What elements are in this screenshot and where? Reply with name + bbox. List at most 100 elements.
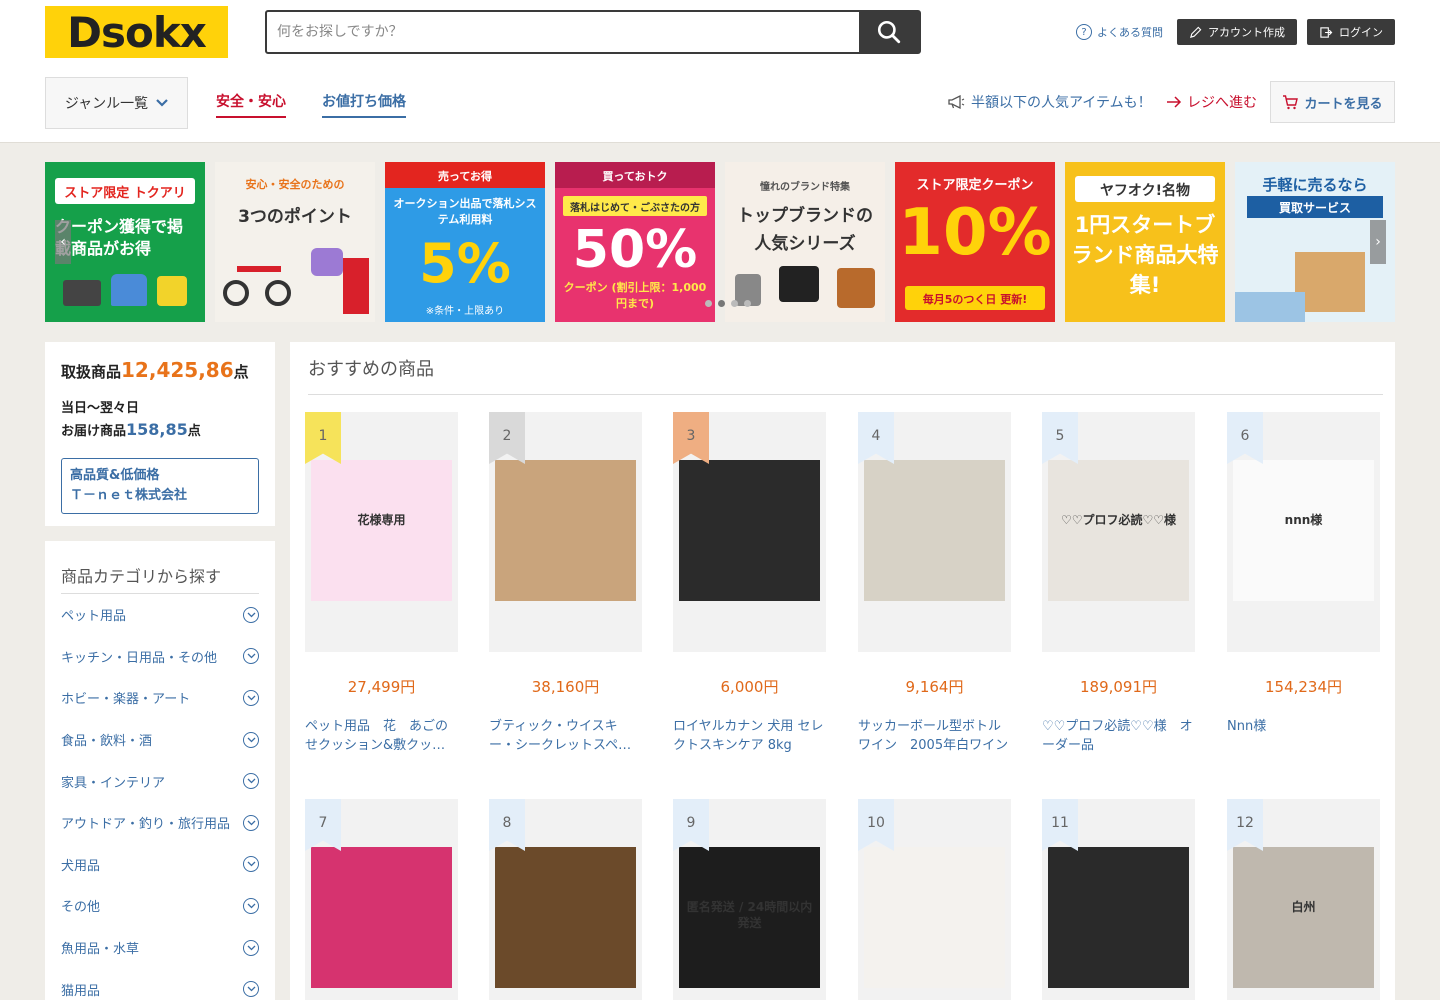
- product-image-box[interactable]: 11: [1042, 799, 1195, 1000]
- product-image[interactable]: [495, 847, 636, 988]
- banner-coupon-top: ストア限定 トクアリ: [64, 186, 186, 201]
- banner-next-button[interactable]: ›: [1370, 220, 1386, 264]
- product-price: 38,160円: [531, 678, 600, 696]
- product-name[interactable]: ペット用品 花 あごのせクッション&敷クッション: [305, 717, 458, 755]
- search-input[interactable]: [267, 12, 859, 52]
- product-image[interactable]: nnn様: [1233, 460, 1374, 601]
- product-name[interactable]: Nnn様: [1227, 717, 1380, 755]
- product-image[interactable]: [679, 460, 820, 601]
- product-name[interactable]: ロイヤルカナン 犬用 セレクトスキンケア 8kg: [673, 717, 826, 755]
- company-name: Ｔ－ｎｅｔ株式会社: [70, 488, 188, 503]
- product-card[interactable]: 8: [489, 799, 642, 1000]
- category-item[interactable]: 魚用品・水草: [61, 927, 259, 969]
- product-image[interactable]: [864, 847, 1005, 988]
- category-item[interactable]: 猫用品: [61, 968, 259, 1000]
- banner-10pct-top: ストア限定クーポン: [916, 178, 1034, 193]
- rank-badge: 11: [1042, 799, 1078, 851]
- category-item[interactable]: アウトドア・釣り・旅行用品: [61, 802, 259, 844]
- product-image[interactable]: 白州: [1233, 847, 1374, 988]
- login-button[interactable]: ログイン: [1307, 19, 1395, 45]
- tab-deals[interactable]: お値打ち価格: [322, 91, 406, 118]
- rank-badge: 1: [305, 412, 341, 464]
- banner-coupon-10pct[interactable]: ストア限定クーポン 10% 毎月5のつく日 更新!: [895, 162, 1055, 322]
- category-item[interactable]: その他: [61, 885, 259, 927]
- rank-badge: 7: [305, 799, 341, 851]
- product-image-box[interactable]: 匿名発送 / 24時間以内発送 9: [673, 799, 826, 1000]
- category-item[interactable]: 食品・飲料・酒: [61, 719, 259, 761]
- product-image[interactable]: [1048, 847, 1189, 988]
- faq-link[interactable]: ? よくある質問: [1076, 24, 1163, 40]
- product-image-box[interactable]: 3: [673, 412, 826, 652]
- site-logo[interactable]: Dsokx: [45, 6, 228, 58]
- banner-1yen-top: ヤフオク!名物: [1099, 183, 1191, 199]
- search-button[interactable]: [859, 12, 919, 52]
- product-image-box[interactable]: 10: [858, 799, 1011, 1000]
- product-image-box[interactable]: nnn様 6: [1227, 412, 1380, 652]
- banner-dot-active[interactable]: [718, 300, 725, 307]
- category-item[interactable]: キッチン・日用品・その他: [61, 636, 259, 678]
- product-card[interactable]: 4 9,164円 サッカーボール型ボトル ワイン 2005年白ワイン: [858, 412, 1011, 755]
- top-links: ? よくある質問 アカウント作成 ログイン: [1076, 19, 1395, 45]
- promo-link[interactable]: 半額以下の人気アイテムも！: [948, 92, 1152, 112]
- banner-top-brands[interactable]: 憧れのブランド特集 トップブランドの人気シリーズ: [725, 162, 885, 322]
- tab-safety[interactable]: 安全・安心: [216, 91, 286, 118]
- rank-number: 2: [502, 428, 512, 444]
- product-image-box[interactable]: 白州 12: [1227, 799, 1380, 1000]
- product-image-box[interactable]: 7: [305, 799, 458, 1000]
- product-name[interactable]: ♡♡プロフ必読♡♡様 オーダー品: [1042, 717, 1195, 755]
- product-image-text: 白州: [1291, 900, 1316, 914]
- banner-dot[interactable]: [705, 300, 712, 307]
- product-image-box[interactable]: ♡♡プロフ必読♡♡様 5: [1042, 412, 1195, 652]
- product-image-box[interactable]: 花様専用 1: [305, 412, 458, 652]
- genre-dropdown[interactable]: ジャンル一覧: [45, 77, 188, 129]
- product-card[interactable]: nnn様 6 154,234円 Nnn様: [1227, 412, 1380, 755]
- banner-1yen-start[interactable]: ヤフオク!名物 1円スタートブランド商品大特集!: [1065, 162, 1225, 322]
- banner-prev-button[interactable]: ‹: [55, 220, 71, 264]
- product-image[interactable]: ♡♡プロフ必読♡♡様: [1048, 460, 1189, 601]
- product-card[interactable]: 3 6,000円 ロイヤルカナン 犬用 セレクトスキンケア 8kg: [673, 412, 826, 755]
- category-item[interactable]: ホビー・楽器・アート: [61, 677, 259, 719]
- product-card[interactable]: ♡♡プロフ必読♡♡様 5 189,091円 ♡♡プロフ必読♡♡様 オーダー品: [1042, 412, 1195, 755]
- product-card[interactable]: 7: [305, 799, 458, 1000]
- banner-sell-5pct[interactable]: 売ってお得 オークション出品で落札システム利用料 5% ※条件・上限あり: [385, 162, 545, 322]
- product-name[interactable]: ブティック・ウイスキー・シークレットスペイサイド: [489, 717, 642, 755]
- category-label: キッチン・日用品・その他: [61, 650, 218, 666]
- product-image-box[interactable]: 2: [489, 412, 642, 652]
- product-image[interactable]: 匿名発送 / 24時間以内発送: [679, 847, 820, 988]
- cart-button[interactable]: カートを見る: [1270, 81, 1395, 123]
- category-item[interactable]: 犬用品: [61, 844, 259, 886]
- banner-sell-main: 5%: [419, 232, 511, 295]
- product-card[interactable]: 匿名発送 / 24時間以内発送 9: [673, 799, 826, 1000]
- banner-buy-50pct[interactable]: 買っておトク 落札はじめて・ごぶさたの方 50% クーポン (割引上限：1,00…: [555, 162, 715, 322]
- category-item[interactable]: 家具・インテリア: [61, 760, 259, 802]
- product-card[interactable]: 10: [858, 799, 1011, 1000]
- product-image[interactable]: [495, 460, 636, 601]
- product-image[interactable]: 花様専用: [311, 460, 452, 601]
- product-image[interactable]: [311, 847, 452, 988]
- product-image-box[interactable]: 4: [858, 412, 1011, 652]
- rank-number: 6: [1240, 428, 1250, 444]
- register-button[interactable]: アカウント作成: [1177, 19, 1297, 45]
- banner-10pct-foot: 毎月5のつく日 更新!: [922, 293, 1028, 306]
- rank-number: 1: [318, 428, 328, 444]
- login-label: ログイン: [1339, 26, 1383, 39]
- product-image[interactable]: [864, 460, 1005, 601]
- product-card[interactable]: 白州 12: [1227, 799, 1380, 1000]
- checkout-link[interactable]: レジへ進む: [1166, 92, 1257, 112]
- banner-dot[interactable]: [744, 300, 751, 307]
- banner-dot[interactable]: [731, 300, 738, 307]
- category-item[interactable]: ペット用品: [61, 594, 259, 636]
- company-badge[interactable]: 高品質&低価格 Ｔ－ｎｅｔ株式会社: [61, 458, 259, 514]
- product-name[interactable]: サッカーボール型ボトル ワイン 2005年白ワイン: [858, 717, 1011, 755]
- checkout-label: レジへ進む: [1187, 95, 1257, 111]
- stats-unit: 点: [233, 363, 249, 381]
- chevron-down-icon: [243, 606, 259, 623]
- product-card[interactable]: 2 38,160円ブティック・ウイスキー・シークレットスペイサイド: [489, 412, 642, 755]
- product-card[interactable]: 花様専用 1 27,499円ペット用品 花 あごのせクッション&敷クッション: [305, 412, 458, 755]
- megaphone-icon: [948, 95, 965, 109]
- banner-safety-points[interactable]: 安心・安全のための 3つのポイント: [215, 162, 375, 322]
- product-image-box[interactable]: 8: [489, 799, 642, 1000]
- stats-panel: 取扱商品12,425,86点 当日～翌々日 お届け商品158,85点 高品質&低…: [45, 342, 275, 526]
- product-card[interactable]: 11: [1042, 799, 1195, 1000]
- category-label: その他: [61, 900, 101, 916]
